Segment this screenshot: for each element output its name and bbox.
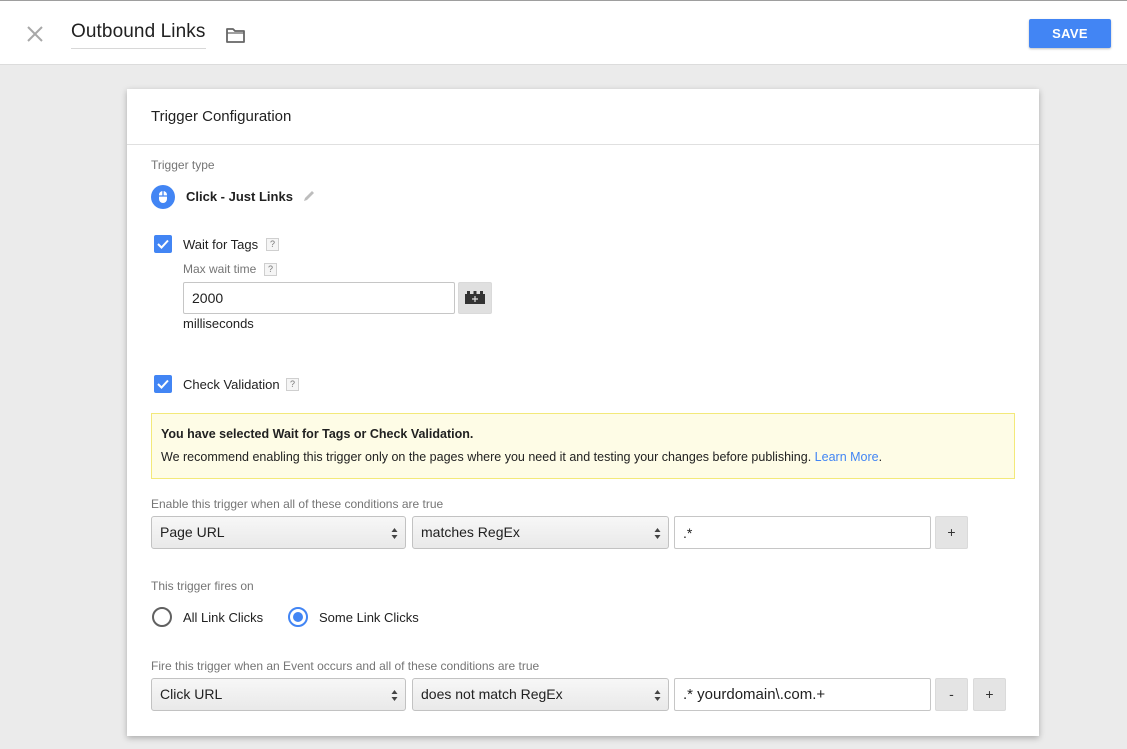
all-link-clicks-radio[interactable] <box>152 607 172 627</box>
close-icon <box>27 26 43 42</box>
add-enable-condition-button[interactable]: + <box>935 516 968 549</box>
trigger-configuration-card: Trigger Configuration Trigger type Click… <box>127 89 1039 736</box>
notice-body-text: We recommend enabling this trigger only … <box>161 450 812 464</box>
enable-variable-value: Page URL <box>160 524 225 540</box>
trigger-type-name[interactable]: Click - Just Links <box>186 189 293 204</box>
check-validation-checkbox[interactable] <box>154 375 172 393</box>
some-link-clicks-label: Some Link Clicks <box>319 610 419 625</box>
wait-for-tags-checkbox[interactable] <box>154 235 172 253</box>
mouse-icon[interactable] <box>151 185 175 209</box>
checkmark-icon <box>157 379 169 389</box>
check-validation-label: Check Validation <box>183 377 280 392</box>
enable-value-input[interactable] <box>674 516 931 549</box>
fire-value-input[interactable] <box>674 678 931 711</box>
close-button[interactable] <box>24 23 46 45</box>
check-validation-help-icon[interactable]: ? <box>286 378 299 391</box>
select-arrows-icon <box>654 690 661 701</box>
select-arrows-icon <box>654 528 661 539</box>
max-wait-time-help-icon[interactable]: ? <box>264 263 277 276</box>
select-arrows-icon <box>391 690 398 701</box>
add-fire-condition-button[interactable]: + <box>973 678 1006 711</box>
fire-conditions-label: Fire this trigger when an Event occurs a… <box>151 659 540 673</box>
insert-variable-button[interactable] <box>458 282 492 314</box>
folder-icon <box>226 28 245 43</box>
folder-button[interactable] <box>225 26 246 44</box>
learn-more-link[interactable]: Learn More <box>815 450 879 464</box>
enable-variable-select[interactable]: Page URL <box>151 516 406 549</box>
some-link-clicks-radio[interactable] <box>288 607 308 627</box>
notice-title: You have selected Wait for Tags or Check… <box>161 427 474 441</box>
pencil-icon[interactable] <box>302 189 316 203</box>
wait-for-tags-label: Wait for Tags <box>183 237 259 252</box>
notice-body: We recommend enabling this trigger only … <box>161 450 1014 464</box>
select-arrows-icon <box>391 528 398 539</box>
remove-fire-condition-button[interactable]: - <box>935 678 968 711</box>
save-button[interactable]: SAVE <box>1029 19 1111 48</box>
wait-for-tags-help-icon[interactable]: ? <box>266 238 279 251</box>
all-link-clicks-label: All Link Clicks <box>183 610 264 625</box>
card-title: Trigger Configuration <box>127 89 1039 145</box>
variable-block-icon <box>465 291 485 304</box>
enable-conditions-label: Enable this trigger when all of these co… <box>151 497 444 511</box>
fire-variable-select[interactable]: Click URL <box>151 678 406 711</box>
checkmark-icon <box>157 239 169 249</box>
fire-operator-select[interactable]: does not match RegEx <box>412 678 669 711</box>
trigger-name-title[interactable]: Outbound Links <box>71 21 206 49</box>
trigger-type-label: Trigger type <box>151 158 215 172</box>
max-wait-time-label: Max wait time <box>183 262 257 276</box>
max-wait-time-input[interactable] <box>183 282 455 314</box>
enable-operator-select[interactable]: matches RegEx <box>412 516 669 549</box>
fires-on-label: This trigger fires on <box>151 579 254 593</box>
enable-operator-value: matches RegEx <box>421 524 520 540</box>
top-bar: Outbound Links SAVE <box>0 0 1127 65</box>
fire-variable-value: Click URL <box>160 686 223 702</box>
notice-period: . <box>878 450 883 464</box>
fire-operator-value: does not match RegEx <box>421 686 563 702</box>
milliseconds-unit-label: milliseconds <box>183 316 254 331</box>
validation-notice: You have selected Wait for Tags or Check… <box>151 413 1015 479</box>
